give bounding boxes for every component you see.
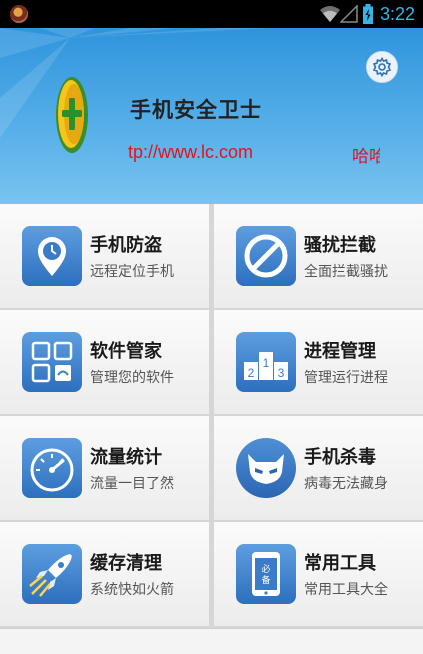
menu-item-common-tools[interactable]: 必备 常用工具 常用工具大全 bbox=[214, 522, 423, 626]
app-title: 手机安全卫士 bbox=[130, 98, 262, 122]
plus-shield-logo-icon bbox=[55, 76, 89, 154]
wifi-icon bbox=[320, 6, 340, 22]
menu-item-subtitle: 流量一目了然 bbox=[90, 476, 174, 492]
block-icon bbox=[236, 226, 296, 286]
marquee-url-text: tp://www.lc.com bbox=[128, 142, 254, 162]
menu-item-subtitle: 病毒无法藏身 bbox=[304, 476, 388, 492]
app-header: 手机安全卫士 tp://www.lc.com 哈哈 bbox=[0, 28, 423, 204]
menu-item-subtitle: 系统快如火箭 bbox=[90, 582, 174, 598]
menu-item-process-manager[interactable]: 2 1 3 进程管理 管理运行进程 bbox=[214, 310, 423, 414]
menu-item-subtitle: 远程定位手机 bbox=[90, 264, 174, 280]
speedometer-icon bbox=[22, 438, 82, 498]
menu-item-title: 进程管理 bbox=[304, 341, 376, 362]
menu-item-subtitle: 全面拦截骚扰 bbox=[304, 264, 388, 280]
battery-icon bbox=[363, 4, 373, 24]
menu-item-anti-theft[interactable]: 手机防盗 远程定位手机 bbox=[0, 204, 209, 308]
svg-text:3: 3 bbox=[278, 366, 285, 380]
location-pin-icon bbox=[22, 226, 82, 286]
security-shield-icon bbox=[10, 5, 28, 23]
status-bar: 3:22 bbox=[0, 0, 423, 28]
menu-item-title: 手机防盗 bbox=[90, 235, 162, 256]
menu-item-antivirus[interactable]: 手机杀毒 病毒无法藏身 bbox=[214, 416, 423, 520]
menu-item-subtitle: 管理您的软件 bbox=[90, 370, 174, 386]
toolbox-phone-icon: 必备 bbox=[236, 544, 296, 604]
menu-item-subtitle: 常用工具大全 bbox=[304, 582, 388, 598]
virus-face-icon bbox=[236, 438, 296, 498]
marquee-tail-text: 哈哈 bbox=[352, 147, 380, 167]
menu-item-subtitle: 管理运行进程 bbox=[304, 370, 388, 386]
menu-item-title: 手机杀毒 bbox=[304, 447, 376, 468]
svg-text:2: 2 bbox=[248, 366, 255, 380]
rocket-icon bbox=[22, 544, 82, 604]
clock-time: 3:22 bbox=[380, 4, 416, 24]
menu-item-harassment-block[interactable]: 骚扰拦截 全面拦截骚扰 bbox=[214, 204, 423, 308]
menu-item-traffic-stats[interactable]: 流量统计 流量一目了然 bbox=[0, 416, 209, 520]
menu-item-title: 流量统计 bbox=[90, 447, 162, 468]
bottom-strip bbox=[0, 628, 423, 654]
menu-item-title: 缓存清理 bbox=[90, 553, 162, 574]
app-grid-icon bbox=[22, 332, 82, 392]
podium-icon: 2 1 3 bbox=[236, 332, 296, 392]
settings-button[interactable] bbox=[366, 51, 398, 83]
menu-item-title: 软件管家 bbox=[90, 341, 162, 362]
menu-item-title: 常用工具 bbox=[304, 553, 376, 574]
menu-item-software-manager[interactable]: 软件管家 管理您的软件 bbox=[0, 310, 209, 414]
menu-item-title: 骚扰拦截 bbox=[304, 235, 376, 256]
svg-text:1: 1 bbox=[263, 356, 270, 370]
function-grid: 手机防盗 远程定位手机 骚扰拦截 全面拦截骚扰 软件管家 管理您的软件 2 1 … bbox=[0, 204, 423, 628]
gear-icon bbox=[372, 57, 392, 77]
icon-badge-text: 必备 bbox=[261, 563, 270, 586]
menu-item-cache-clean[interactable]: 缓存清理 系统快如火箭 bbox=[0, 522, 209, 626]
signal-icon bbox=[340, 5, 358, 23]
